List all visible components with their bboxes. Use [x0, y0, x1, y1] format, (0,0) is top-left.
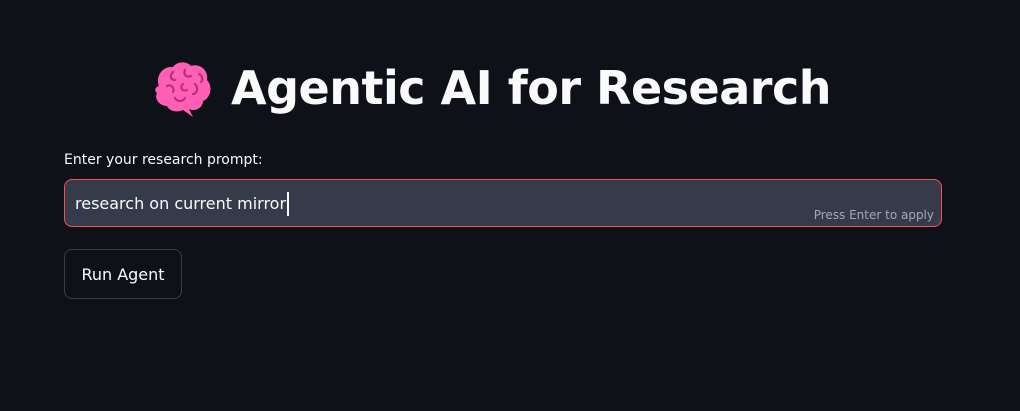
enter-hint: Press Enter to apply [813, 208, 934, 222]
page-title: Agentic AI for Research [231, 61, 832, 115]
app-main: Agentic AI for Research Enter your resea… [0, 0, 1020, 411]
brain-icon [155, 62, 211, 117]
title-row: Agentic AI for Research [0, 58, 980, 118]
run-agent-button[interactable]: Run Agent [64, 249, 182, 299]
text-cursor [287, 192, 290, 216]
research-prompt-field[interactable]: research on current mirror Press Enter t… [64, 179, 942, 227]
prompt-label: Enter your research prompt: [64, 152, 263, 168]
prompt-input-value: research on current mirror [75, 194, 287, 213]
prompt-input-area[interactable]: research on current mirror [75, 190, 290, 218]
